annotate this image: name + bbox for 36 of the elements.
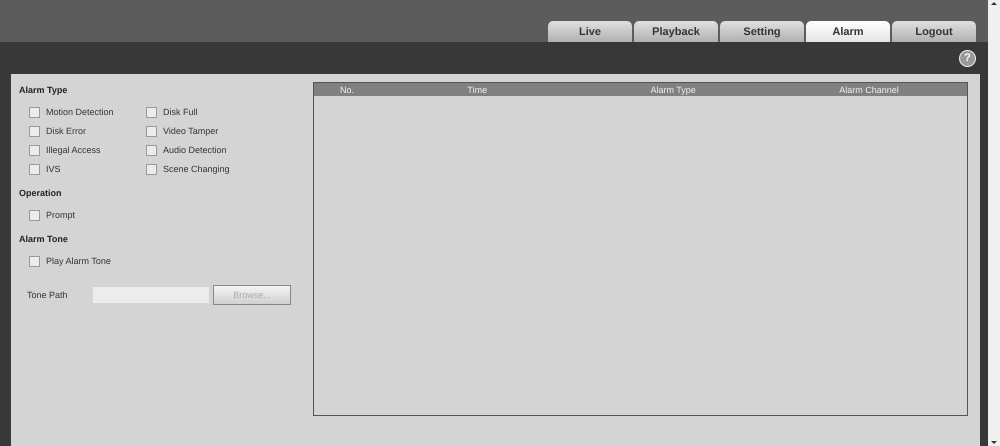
nav-tab[interactable]: Alarm <box>806 21 890 42</box>
checkbox[interactable] <box>29 164 40 174</box>
checkbox[interactable] <box>146 106 157 118</box>
column-header: Time <box>467 84 488 94</box>
nav-tab[interactable]: Playback <box>634 21 718 42</box>
checkbox-label: Illegal Access <box>46 145 101 155</box>
checkbox-label: Motion Detection <box>46 107 114 117</box>
nav-tab[interactable]: Live <box>548 21 632 42</box>
checkbox[interactable] <box>146 144 157 156</box>
nav-tab[interactable]: Logout <box>892 21 976 42</box>
checkbox-label: Play Alarm Tone <box>46 256 111 266</box>
checkbox-label: Disk Error <box>46 126 86 136</box>
section-title: Alarm Tone <box>19 233 69 246</box>
checkbox[interactable] <box>29 256 40 266</box>
checkbox-label: Audio Detection <box>163 145 227 155</box>
column-header: Alarm Channel <box>839 84 899 94</box>
checkbox[interactable] <box>29 144 40 156</box>
checkbox[interactable] <box>146 164 157 174</box>
checkbox[interactable] <box>29 106 40 118</box>
column-header: Alarm Type <box>650 84 696 94</box>
checkbox-label: Video Tamper <box>163 126 218 136</box>
scroll-down-icon <box>990 438 998 446</box>
checkbox-label: Disk Full <box>163 107 198 117</box>
section-title: Alarm Type <box>19 84 68 97</box>
checkbox-label: IVS <box>46 164 61 174</box>
nav-tab[interactable]: Setting <box>720 21 804 42</box>
checkbox[interactable] <box>146 126 157 136</box>
checkbox[interactable] <box>29 210 40 220</box>
field-label: Tone Path <box>27 290 69 300</box>
scroll-up-icon <box>990 0 998 8</box>
checkbox-label: Prompt <box>46 210 76 220</box>
checkbox-label: Scene Changing <box>163 164 230 174</box>
section-title: Operation <box>19 187 63 200</box>
scrollbar[interactable] <box>988 0 1000 446</box>
checkbox[interactable] <box>29 126 40 136</box>
column-header: No. <box>340 84 354 94</box>
